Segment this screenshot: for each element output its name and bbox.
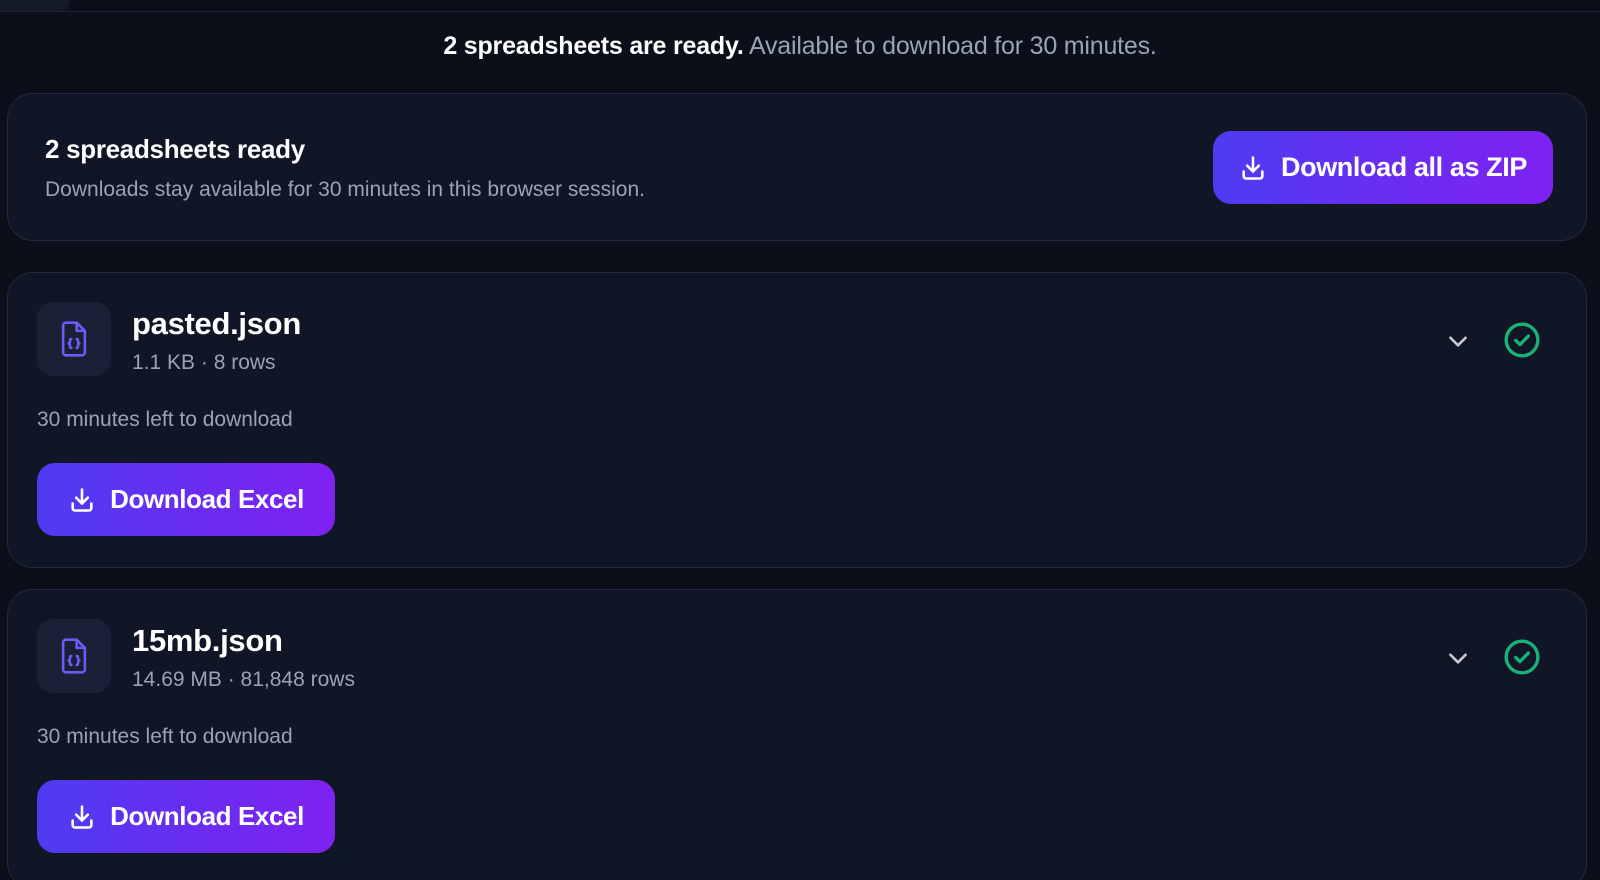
download-excel-label: Download Excel (110, 801, 304, 831)
download-excel-button[interactable]: Download Excel (37, 463, 335, 536)
file-icon-box (37, 302, 111, 376)
download-excel-label: Download Excel (110, 484, 304, 514)
download-icon (71, 487, 93, 512)
time-left: 30 minutes left to download (37, 725, 293, 748)
download-all-zip-button[interactable]: Download all as ZIP (1213, 131, 1553, 204)
ready-notice: 2 spreadsheets are ready. Available to d… (0, 30, 1600, 62)
download-excel-button[interactable]: Download Excel (37, 780, 335, 853)
ready-notice-strong: 2 spreadsheets are ready. (443, 32, 744, 60)
file-meta: 14.69 MB · 81,848 rows (132, 668, 355, 691)
check-circle-icon (1504, 639, 1540, 675)
json-file-icon (61, 321, 87, 357)
json-file-icon (61, 638, 87, 674)
download-all-zip-label: Download all as ZIP (1281, 152, 1527, 182)
download-icon (1242, 155, 1264, 180)
summary-title: 2 spreadsheets ready (45, 134, 305, 164)
download-icon (71, 804, 93, 829)
file-name: pasted.json (132, 306, 301, 341)
expand-button[interactable] (1444, 644, 1472, 672)
summary-subtitle: Downloads stay available for 30 minutes … (45, 178, 645, 201)
chevron-down-icon (1449, 336, 1467, 347)
chevron-down-icon (1449, 653, 1467, 664)
top-bar (0, 0, 1600, 12)
check-circle-icon (1504, 322, 1540, 358)
summary-card: 2 spreadsheets ready Downloads stay avai… (7, 93, 1587, 241)
file-meta: 1.1 KB · 8 rows (132, 351, 276, 374)
file-name: 15mb.json (132, 623, 283, 658)
time-left: 30 minutes left to download (37, 408, 293, 431)
ready-notice-muted: Available to download for 30 minutes. (748, 32, 1157, 60)
file-card: pasted.json 1.1 KB · 8 rows 30 minutes l… (7, 272, 1587, 568)
expand-button[interactable] (1444, 327, 1472, 355)
top-bar-tab (0, 0, 70, 11)
file-card: 15mb.json 14.69 MB · 81,848 rows 30 minu… (7, 589, 1587, 880)
page: 2 spreadsheets are ready. Available to d… (0, 0, 1600, 880)
file-icon-box (37, 619, 111, 693)
